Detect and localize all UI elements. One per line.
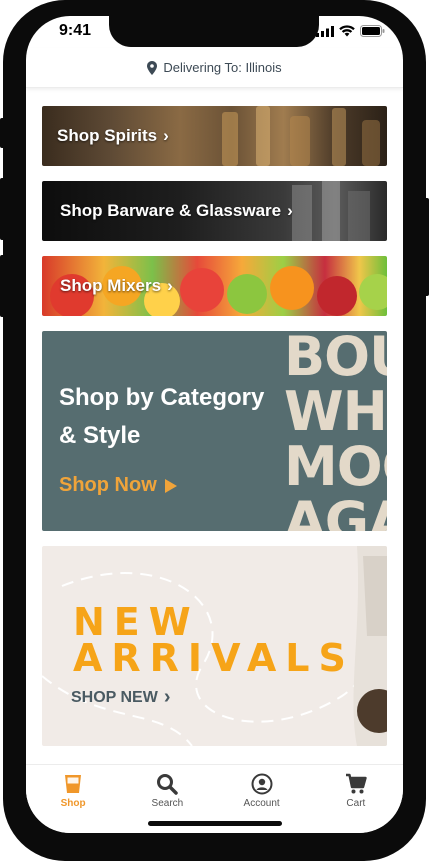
mute-switch [0,118,6,148]
account-icon [251,773,273,795]
battery-icon [360,25,385,37]
shop-new-link[interactable]: SHOP NEW › [71,686,171,709]
shop-now-label: Shop Now [59,474,157,496]
chevron-right-icon: › [163,126,169,145]
glass-icon [65,775,82,793]
delivery-location-bar[interactable]: Delivering To: Illinois [26,48,403,88]
status-time: 9:41 [59,22,92,39]
new-arrivals-line1: NEW [73,600,200,644]
shop-new-label: SHOP NEW [71,688,158,706]
category-title-line1: Shop by Category [59,384,265,411]
tab-cart-label: Cart [346,798,366,809]
wifi-icon [339,25,355,37]
location-pin-icon [147,60,158,75]
chevron-right-icon: › [287,201,293,220]
notch [109,16,319,47]
image-text-line: WHI [284,380,387,443]
new-arrivals-line2: ARRIVALS [73,636,355,680]
image-text-line: BOU [284,331,387,388]
category-banner-title: Shop by Category & Style [59,379,269,455]
volume-down-button [0,255,6,317]
power-button [423,198,429,296]
shop-mixers-label: Shop Mixers [60,276,162,295]
shop-barware-banner[interactable]: Shop Barware & Glassware › [42,181,387,241]
home-indicator[interactable] [148,821,282,826]
shop-now-link[interactable]: Shop Now [59,474,177,497]
category-banner-image-text: BOU WHI MOO AGA [284,331,387,531]
play-arrow-icon [164,478,177,493]
tab-cart[interactable]: Cart [309,765,403,833]
chevron-right-icon: › [167,276,173,295]
volume-up-button [0,178,6,240]
shop-mixers-banner[interactable]: Shop Mixers › [42,256,387,316]
new-arrivals-banner[interactable]: NEW ARRIVALS SHOP NEW › [42,546,387,746]
tab-search-label: Search [151,798,184,809]
tab-shop[interactable]: Shop [26,765,120,833]
image-text-line: AGA [284,490,387,531]
chevron-right-icon: › [163,686,171,708]
tab-shop-label: Shop [60,798,86,809]
category-title-line2: & Style [59,422,141,449]
cart-icon [345,773,367,794]
search-icon [157,774,179,795]
status-icons [316,25,385,37]
delivery-location-label: Delivering To: Illinois [163,60,282,75]
image-text-line: MOO [284,435,387,498]
shop-by-category-banner[interactable]: Shop by Category & Style Shop Now BOU WH… [42,331,387,531]
shop-barware-label: Shop Barware & Glassware [60,201,282,220]
new-arrivals-title: NEW ARRIVALS [73,600,355,680]
shop-spirits-banner[interactable]: Shop Spirits › [42,106,387,166]
tab-account-label: Account [243,798,280,809]
shop-spirits-label: Shop Spirits [57,126,158,145]
app-screen: 9:41 Delivering To: Illinois Shop Spirit… [26,16,403,833]
